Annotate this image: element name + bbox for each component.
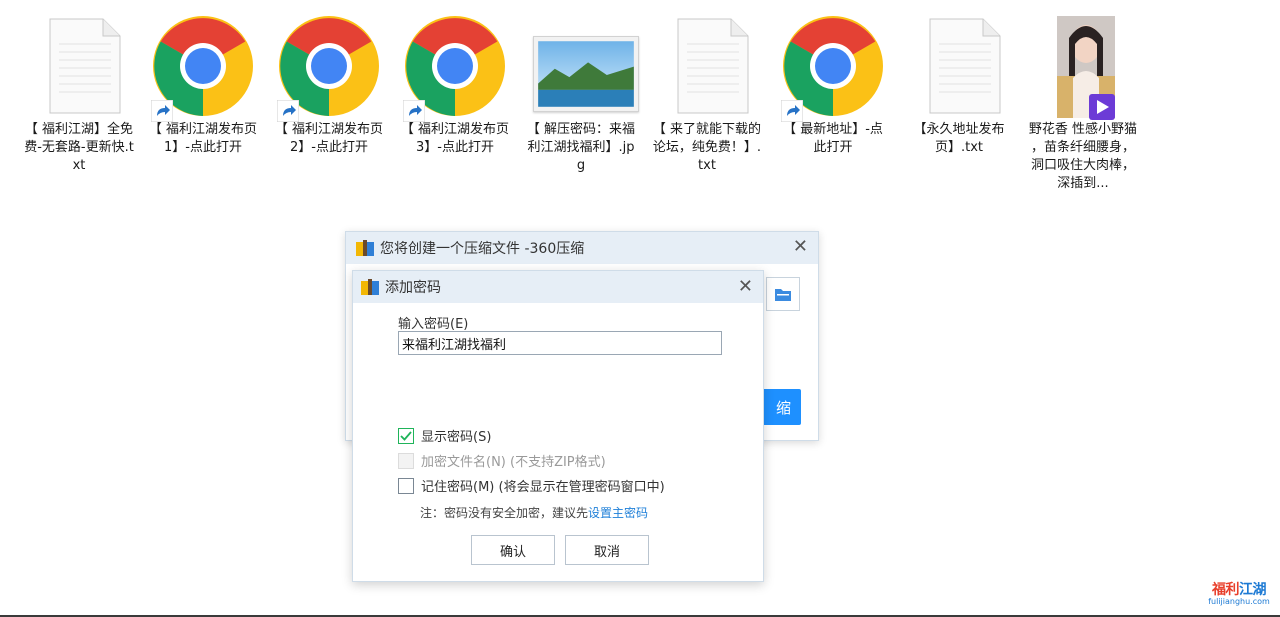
archive-icon — [361, 279, 379, 295]
desktop-icon-8[interactable]: 【永久地址发布页】.txt — [904, 14, 1014, 157]
security-note: 注：密码没有安全加密，建议先设置主密码 — [420, 504, 648, 521]
desktop-icon-3[interactable]: 【 福利江湖发布页2】-点此打开 — [274, 14, 384, 157]
browse-folder-button[interactable] — [766, 277, 800, 311]
cancel-button[interactable]: 取消 — [565, 535, 649, 565]
close-icon[interactable]: ✕ — [738, 278, 753, 296]
add-password-dialog: 添加密码 ✕ 输入密码(E) 显示密码(S) 加密文件名(N) (不支持ZIP格… — [352, 270, 764, 582]
text-file-icon — [49, 18, 121, 114]
shortcut-arrow-icon — [781, 100, 803, 122]
desktop-icon-1[interactable]: 【 福利江湖】全免费-无套路-更新快.txt — [24, 14, 134, 175]
icon-label: 【 福利江湖发布页1】-点此打开 — [148, 122, 258, 155]
archive-icon — [356, 240, 374, 256]
desktop-icon-9[interactable]: 野花香 性感小野猫 ，苗条纤细腰身，洞口吸住大肉棒，深插到... — [1028, 14, 1138, 193]
icon-label: 【 福利江湖】全免费-无套路-更新快.txt — [24, 122, 134, 173]
image-file-icon — [533, 36, 639, 112]
desktop-icon-6[interactable]: 【 来了就能下载的论坛，纯免费！】.txt — [652, 14, 762, 175]
checkbox-label: 记住密码(M) (将会显示在管理密码窗口中) — [421, 480, 665, 495]
watermark-brand: 福利江湖 — [1203, 579, 1275, 599]
desktop-icon-4[interactable]: 【 福利江湖发布页3】-点此打开 — [400, 14, 510, 157]
checkbox-box[interactable] — [398, 477, 414, 494]
watermark-logo: 福利江湖 fulijianghu.com — [1203, 579, 1275, 606]
dialog-titlebar: 您将创建一个压缩文件 -360压缩 — [346, 232, 818, 264]
folder-icon — [775, 289, 791, 301]
icon-label: 【 来了就能下载的论坛，纯免费！】.txt — [652, 122, 762, 173]
checkbox-box[interactable] — [398, 427, 414, 444]
desktop-icon-5[interactable]: 【 解压密码：来福利江湖找福利】.jpg — [526, 14, 639, 175]
shortcut-arrow-icon — [151, 100, 173, 122]
desktop-icon-7[interactable]: 【 最新地址】-点此打开 — [778, 14, 888, 157]
shortcut-arrow-icon — [277, 100, 299, 122]
shortcut-arrow-icon — [403, 100, 425, 122]
dialog-title: 添加密码 — [385, 280, 441, 296]
desktop-icon-2[interactable]: 【 福利江湖发布页1】-点此打开 — [148, 14, 258, 157]
watermark-domain: fulijianghu.com — [1208, 597, 1270, 606]
checkbox-label: 加密文件名(N) (不支持ZIP格式) — [421, 455, 606, 470]
dialog-titlebar: 添加密码 ✕ — [353, 271, 763, 303]
set-master-password-link[interactable]: 设置主密码 — [588, 506, 648, 520]
icon-label: 野花香 性感小野猫 ，苗条纤细腰身，洞口吸住大肉棒，深插到... — [1028, 122, 1138, 191]
text-file-icon — [929, 18, 1001, 114]
encrypt-filename-checkbox: 加密文件名(N) (不支持ZIP格式) — [398, 451, 606, 470]
icon-label: 【永久地址发布页】.txt — [913, 122, 1005, 155]
icon-label: 【 解压密码：来福利江湖找福利】.jpg — [526, 122, 636, 173]
show-password-checkbox[interactable]: 显示密码(S) — [398, 426, 491, 445]
checkmark-icon — [400, 430, 412, 441]
password-label: 输入密码(E) — [398, 317, 469, 332]
password-input[interactable] — [398, 331, 722, 355]
text-file-icon — [677, 18, 749, 114]
dialog-title: 您将创建一个压缩文件 -360压缩 — [380, 241, 585, 257]
icon-label: 【 福利江湖发布页2】-点此打开 — [274, 122, 384, 155]
checkbox-box — [398, 452, 414, 469]
icon-label: 【 福利江湖发布页3】-点此打开 — [400, 122, 510, 155]
watermark-brand-b: 江湖 — [1239, 582, 1267, 598]
note-text: 注：密码没有安全加密，建议先 — [420, 506, 589, 520]
icon-label: 【 最新地址】-点此打开 — [783, 122, 883, 155]
ok-button[interactable]: 确认 — [471, 535, 555, 565]
remember-password-checkbox[interactable]: 记住密码(M) (将会显示在管理密码窗口中) — [398, 476, 665, 495]
watermark-brand-a: 福利 — [1212, 582, 1240, 598]
checkbox-label: 显示密码(S) — [421, 430, 492, 445]
close-icon[interactable]: ✕ — [793, 238, 808, 256]
video-file-icon — [1089, 94, 1115, 120]
